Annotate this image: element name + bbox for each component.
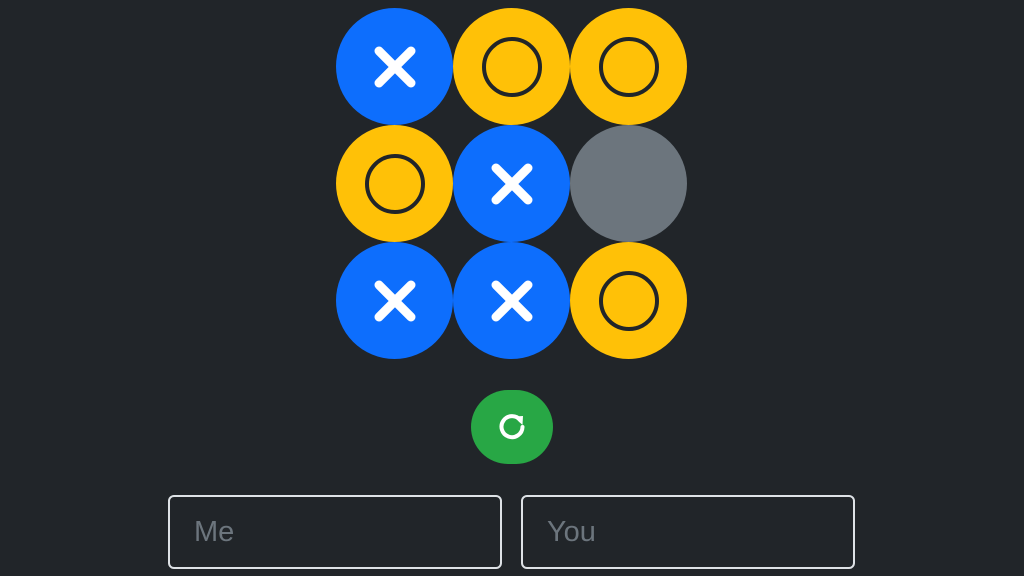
x-mark-icon xyxy=(491,163,532,204)
board-cell-3-3[interactable] xyxy=(570,242,687,359)
x-mark-icon xyxy=(491,280,532,321)
x-mark-icon xyxy=(374,280,415,321)
board-cell-2-2[interactable] xyxy=(453,125,570,242)
player-one-input[interactable] xyxy=(168,495,502,569)
player-names xyxy=(168,495,855,569)
tic-tac-toe-app xyxy=(0,0,1024,576)
board-cell-1-1[interactable] xyxy=(336,8,453,125)
board-cell-3-2[interactable] xyxy=(453,242,570,359)
o-ring-icon xyxy=(598,36,659,97)
o-ring-icon xyxy=(364,153,425,214)
board-cell-2-3[interactable] xyxy=(570,125,687,242)
player-two-input[interactable] xyxy=(521,495,855,569)
rotate-cw-icon xyxy=(499,414,525,440)
board-cell-2-1[interactable] xyxy=(336,125,453,242)
board-cell-1-2[interactable] xyxy=(453,8,570,125)
board-cell-1-3[interactable] xyxy=(570,8,687,125)
game-board xyxy=(336,8,687,359)
x-mark-icon xyxy=(374,46,415,87)
o-ring-icon xyxy=(598,270,659,331)
reset-button[interactable] xyxy=(471,390,553,464)
board-cell-3-1[interactable] xyxy=(336,242,453,359)
o-ring-icon xyxy=(481,36,542,97)
